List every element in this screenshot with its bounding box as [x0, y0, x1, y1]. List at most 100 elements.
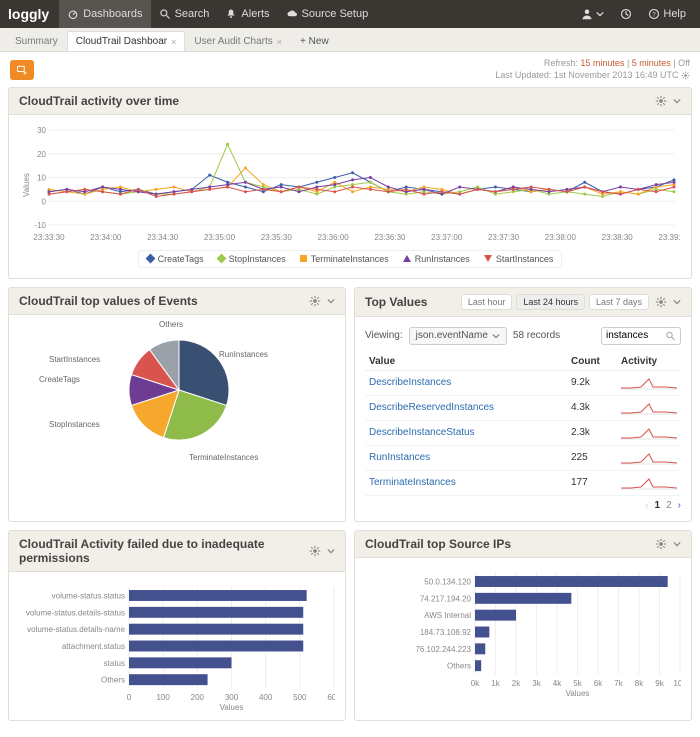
pager-prev[interactable]: ‹ [645, 500, 648, 511]
pager-next[interactable]: › [678, 500, 681, 511]
count-cell: 4.3k [567, 395, 617, 420]
value-link[interactable]: DescribeInstances [365, 370, 567, 395]
svg-text:volume-status.details-name: volume-status.details-name [27, 625, 125, 634]
time-range-buttons: Last hour Last 24 hours Last 7 days [461, 294, 649, 310]
svg-text:status: status [104, 659, 125, 668]
activity-cell [617, 395, 681, 420]
count-cell: 2.3k [567, 420, 617, 445]
svg-text:3k: 3k [532, 679, 541, 688]
value-link[interactable]: RunInstances [365, 445, 567, 470]
value-link[interactable]: TerminateInstances [365, 470, 567, 495]
svg-text:23:38:30: 23:38:30 [602, 233, 634, 242]
chevron-down-icon[interactable] [327, 545, 335, 557]
dashboard-tabs: Summary CloudTrail Dashboar × User Audit … [0, 28, 700, 52]
col-value: Value [365, 353, 567, 371]
gear-icon[interactable] [655, 95, 667, 107]
activity-cell [617, 445, 681, 470]
panel-top-values: Top Values Last hour Last 24 hours Last … [354, 287, 692, 522]
time-btn-last-hour[interactable]: Last hour [461, 294, 513, 310]
add-widget-icon [16, 64, 28, 76]
svg-text:23:35:00: 23:35:00 [204, 233, 236, 242]
line-chart: -100102030Values23:33:3023:34:0023:34:30… [19, 125, 681, 245]
svg-text:10k: 10k [674, 679, 681, 688]
time-btn-last-7d[interactable]: Last 7 days [589, 294, 649, 310]
svg-text:AWS Internal: AWS Internal [424, 611, 471, 620]
svg-text:76.102.244.223: 76.102.244.223 [415, 645, 471, 654]
close-icon[interactable]: × [277, 37, 282, 47]
count-cell: 9.2k [567, 370, 617, 395]
chevron-down-icon [492, 330, 500, 342]
chevron-down-icon[interactable] [673, 95, 681, 107]
clock-button[interactable] [614, 8, 638, 20]
close-icon[interactable]: × [171, 37, 176, 47]
pager-page-2[interactable]: 2 [666, 500, 672, 511]
pager-page-1[interactable]: 1 [655, 500, 661, 511]
gear-icon[interactable] [309, 545, 321, 557]
panel-failed-permissions: CloudTrail Activity failed due to inadeq… [8, 530, 346, 721]
svg-text:74.217.194.20: 74.217.194.20 [420, 594, 472, 603]
refresh-5m-link[interactable]: 5 minutes [632, 58, 671, 68]
panel-title: CloudTrail top Source IPs [365, 537, 511, 551]
nav-search[interactable]: Search [151, 0, 218, 28]
nav-source-setup[interactable]: Source Setup [278, 0, 377, 28]
pie-label: RunInstances [219, 350, 268, 359]
gear-icon[interactable] [655, 538, 667, 550]
help-label: Help [663, 8, 686, 20]
svg-text:1k: 1k [491, 679, 500, 688]
tab-user-audit-label: User Audit Charts [194, 36, 272, 47]
tab-cloudtrail-label: CloudTrail Dashboar [76, 36, 167, 47]
gear-icon[interactable] [681, 71, 690, 80]
svg-text:0: 0 [42, 198, 47, 207]
chevron-down-icon[interactable] [673, 538, 681, 550]
topbar-right: ? Help [575, 8, 692, 20]
table-row: RunInstances225 [365, 445, 681, 470]
activity-cell [617, 370, 681, 395]
panel-top-source-ips: CloudTrail top Source IPs 0k1k2k3k4k5k6k… [354, 530, 692, 721]
svg-text:volume-status.status: volume-status.status [52, 591, 125, 600]
value-link[interactable]: DescribeInstanceStatus [365, 420, 567, 445]
tab-user-audit[interactable]: User Audit Charts × [185, 31, 291, 51]
chevron-down-icon[interactable] [327, 295, 335, 307]
svg-text:attachment.status: attachment.status [62, 642, 125, 651]
svg-text:23:35:30: 23:35:30 [261, 233, 293, 242]
user-menu[interactable] [575, 8, 610, 20]
field-select[interactable]: json.eventName [409, 327, 507, 345]
svg-text:23:34:00: 23:34:00 [90, 233, 122, 242]
svg-text:-10: -10 [34, 221, 46, 230]
time-btn-last-24h[interactable]: Last 24 hours [516, 294, 585, 310]
nav-dashboards[interactable]: Dashboards [59, 0, 150, 28]
cloud-icon [286, 8, 298, 20]
top-nav: Dashboards Search Alerts Source Setup [59, 0, 376, 28]
filter-input[interactable] [606, 330, 662, 341]
refresh-prefix: Refresh: [544, 58, 581, 68]
svg-text:Values: Values [220, 703, 244, 710]
svg-text:Values: Values [566, 689, 590, 696]
records-count: 58 records [513, 330, 560, 341]
svg-text:500: 500 [293, 693, 307, 702]
tab-new[interactable]: + New [291, 31, 338, 51]
gear-icon[interactable] [655, 296, 667, 308]
svg-text:23:33:30: 23:33:30 [33, 233, 65, 242]
dashboard-toolbar: Refresh: 15 minutes | 5 minutes | Off La… [0, 52, 700, 87]
svg-text:0: 0 [127, 693, 132, 702]
help-button[interactable]: ? Help [642, 8, 692, 20]
gear-icon[interactable] [309, 295, 321, 307]
value-link[interactable]: DescribeReservedInstances [365, 395, 567, 420]
panel-title: CloudTrail top values of Events [19, 294, 198, 308]
add-widget-button[interactable] [10, 60, 34, 80]
table-row: TerminateInstances177 [365, 470, 681, 495]
chevron-down-icon[interactable] [673, 296, 681, 308]
tab-summary-label: Summary [15, 36, 58, 47]
tab-summary[interactable]: Summary [6, 31, 67, 51]
svg-text:50.0.134.120: 50.0.134.120 [424, 577, 471, 586]
help-icon: ? [648, 8, 660, 20]
svg-text:200: 200 [191, 693, 205, 702]
pie-label: StopInstances [49, 420, 100, 429]
nav-alerts[interactable]: Alerts [217, 0, 277, 28]
refresh-15m-link[interactable]: 15 minutes [580, 58, 624, 68]
svg-text:30: 30 [37, 126, 46, 135]
filter-search[interactable] [601, 327, 681, 345]
svg-text:volume-status.details-status: volume-status.details-status [26, 608, 125, 617]
tab-cloudtrail[interactable]: CloudTrail Dashboar × [67, 31, 186, 51]
brand-logo: loggly [8, 6, 49, 22]
